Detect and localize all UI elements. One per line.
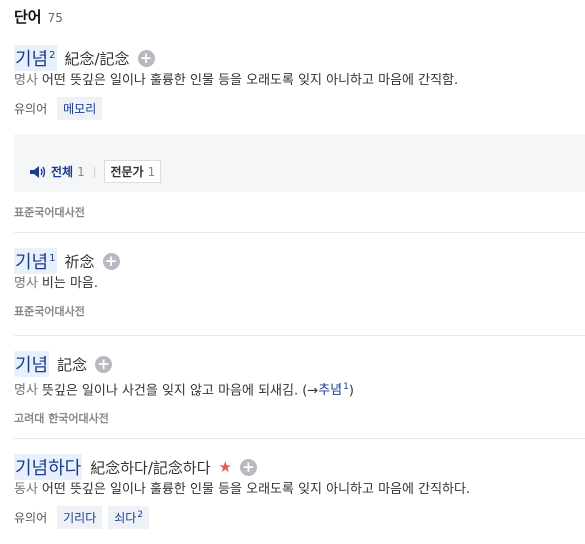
plus-circle-icon[interactable]: + — [239, 458, 257, 476]
plus-circle-icon[interactable]: + — [137, 49, 155, 67]
definition: 명사 비는 마음. — [14, 274, 585, 294]
source-dictionary[interactable]: 고려대 한국어대사전 — [14, 412, 109, 425]
audio-all-button[interactable]: 전체 — [51, 163, 73, 180]
speaker-icon[interactable] — [30, 165, 46, 178]
definition: 명사 뜻깊은 일이나 사건을 잊지 않고 마음에 되새김. (→추념1) — [14, 377, 585, 401]
divider — [14, 335, 585, 336]
source-dictionary[interactable]: 표준국어대사전 — [14, 206, 85, 219]
entry-hanja: 記念 — [57, 355, 88, 374]
entry-word-link[interactable]: 기념1 — [14, 248, 57, 274]
synonym-text: 메모리 — [63, 101, 97, 116]
expert-count: 1 — [147, 164, 156, 179]
entry-word-link[interactable]: 기념 — [14, 351, 50, 377]
part-of-speech: 동사 — [14, 482, 38, 497]
section-header: 단어 75 — [14, 6, 63, 28]
synonym-row: 유의어 기리다 쇠다2 — [14, 505, 585, 529]
part-of-speech: 명사 — [14, 276, 38, 291]
entry-3: 기념 記念 + 명사 뜻깊은 일이나 사건을 잊지 않고 마음에 되새김. (→추… — [14, 351, 585, 426]
entry-headline: 기념2 紀念/記念 + — [14, 45, 585, 71]
definition-text: 어떤 뜻깊은 일이나 훌륭한 인물 등을 오래도록 잊지 아니하고 마음에 간직… — [41, 73, 459, 88]
word-text: 기념하다 — [15, 458, 82, 479]
synonym-homonym-number: 2 — [137, 509, 144, 520]
pronunciation-box: 전체 1 | 전문가 1 — [14, 134, 585, 192]
definition: 명사 어떤 뜻깊은 일이나 훌륭한 인물 등을 오래도록 잊지 아니하고 마음에 … — [14, 71, 585, 91]
source-wrap: 표준국어대사전 — [14, 300, 585, 319]
source-wrap: 고려대 한국어대사전 — [14, 407, 585, 426]
entry-2: 기념1 祈念 + 명사 비는 마음. 표준국어대사전 — [14, 248, 585, 319]
entry-hanja: 祈念 — [64, 252, 95, 271]
part-of-speech: 명사 — [14, 73, 38, 88]
synonym-text: 기리다 — [63, 510, 97, 525]
definition-text: 어떤 뜻깊은 일이나 훌륭한 인물 등을 오래도록 잊지 아니하고 마음에 간직… — [41, 482, 471, 497]
definition-text: 비는 마음. — [41, 276, 99, 291]
section-count: 75 — [47, 11, 63, 25]
dictionary-word-section: 단어 75 기념2 紀念/記念 + 명사 어떤 뜻깊은 일이나 훌륭한 인물 등을… — [0, 0, 585, 544]
word-text: 기념 — [15, 252, 49, 273]
entry-hanja: 紀念하다/記念하다 — [90, 458, 211, 477]
part-of-speech: 명사 — [14, 383, 38, 399]
separator: | — [92, 165, 97, 178]
definition-text: 뜻깊은 일이나 사건을 잊지 않고 마음에 되새김. (→ — [41, 383, 319, 399]
divider — [14, 232, 585, 233]
synonym-tag[interactable]: 쇠다2 — [108, 505, 150, 529]
expert-label: 전문가 — [110, 165, 144, 179]
pronunciation-controls: 전체 1 | 전문가 1 — [30, 160, 162, 183]
plus-circle-icon[interactable]: + — [95, 355, 113, 373]
synonym-row: 유의어 메모리 — [14, 96, 585, 120]
audio-all-count: 1 — [77, 164, 85, 179]
entry-headline: 기념1 祈念 + — [14, 248, 585, 274]
entry-headline: 기념 記念 + — [14, 351, 585, 377]
entry-word-link[interactable]: 기념하다 — [14, 454, 83, 480]
section-title: 단어 — [14, 8, 42, 26]
entry-4: 기념하다 紀念하다/記念하다 ★ + 동사 어떤 뜻깊은 일이나 훌륭한 인물 등… — [14, 454, 585, 529]
entry-headline: 기념하다 紀念하다/記念하다 ★ + — [14, 454, 585, 480]
synonym-tag[interactable]: 메모리 — [57, 96, 103, 120]
plus-circle-icon[interactable]: + — [102, 252, 120, 270]
divider — [14, 438, 585, 439]
source-dictionary[interactable]: 표준국어대사전 — [14, 305, 85, 318]
entry-hanja: 紀念/記念 — [64, 49, 130, 68]
source-wrap-1: 표준국어대사전 — [14, 201, 585, 220]
synonym-label: 유의어 — [14, 101, 48, 116]
entry-1: 기념2 紀念/記念 + 명사 어떤 뜻깊은 일이나 훌륭한 인물 등을 오래도록 … — [14, 45, 585, 120]
cross-reference-link[interactable]: 추념1 — [318, 382, 349, 399]
star-icon: ★ — [218, 458, 232, 476]
word-text: 기념 — [15, 49, 49, 70]
synonym-tag[interactable]: 기리다 — [57, 505, 103, 529]
synonym-text: 쇠다 — [114, 510, 137, 525]
synonym-label: 유의어 — [14, 510, 48, 525]
definition: 동사 어떤 뜻깊은 일이나 훌륭한 인물 등을 오래도록 잊지 아니하고 마음에 … — [14, 480, 585, 500]
homonym-number: 1 — [49, 253, 56, 264]
entry-word-link[interactable]: 기념2 — [14, 45, 57, 71]
word-text: 기념 — [15, 355, 49, 376]
audio-expert-button[interactable]: 전문가 1 — [104, 160, 162, 183]
link-text: 추념 — [318, 383, 343, 399]
definition-end: ) — [348, 383, 354, 399]
homonym-number: 2 — [49, 50, 56, 61]
